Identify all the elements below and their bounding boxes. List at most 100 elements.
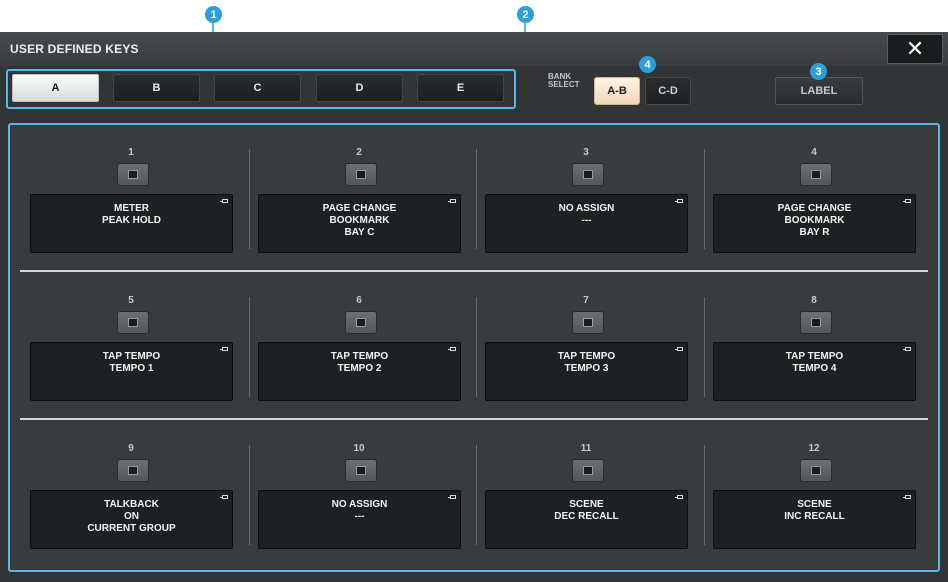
tab-c[interactable]: C — [214, 74, 301, 102]
callout-1-badge: 1 — [205, 6, 222, 23]
popup-indicator-icon — [903, 347, 911, 351]
user-key-button-6[interactable] — [345, 311, 377, 334]
key-assign-button-1[interactable]: METER PEAK HOLD — [30, 194, 233, 253]
tab-e[interactable]: E — [417, 74, 504, 102]
key-assignment-label: PAGE CHANGE BOOKMARK BAY R — [777, 203, 852, 238]
key-number: 6 — [356, 295, 362, 306]
key-cell-5: 5 TAP TEMPO TEMPO 1 — [28, 293, 234, 419]
key-assign-button-3[interactable]: NO ASSIGN --- — [485, 194, 688, 253]
key-cell-9: 9 TALKBACK ON CURRENT GROUP — [28, 441, 234, 567]
key-cell-12: 12 SCENE INC RECALL — [711, 441, 917, 567]
window-title: USER DEFINED KEYS — [10, 42, 139, 56]
key-number: 9 — [128, 443, 134, 454]
key-assign-button-6[interactable]: TAP TEMPO TEMPO 2 — [258, 342, 461, 401]
user-key-button-3[interactable] — [572, 163, 604, 186]
key-number: 5 — [128, 295, 134, 306]
callout-3-badge: 3 — [810, 63, 827, 80]
popup-indicator-icon — [903, 495, 911, 499]
popup-indicator-icon — [675, 347, 683, 351]
label-button[interactable]: LABEL — [775, 77, 863, 105]
popup-indicator-icon — [448, 199, 456, 203]
key-number: 4 — [811, 147, 817, 158]
key-number: 1 — [128, 147, 134, 158]
user-key-button-10[interactable] — [345, 459, 377, 482]
close-button[interactable]: ✕ — [887, 34, 943, 64]
tab-b[interactable]: B — [113, 74, 200, 102]
col-divider-5 — [476, 297, 477, 397]
user-key-button-11[interactable] — [572, 459, 604, 482]
col-divider-7 — [249, 445, 250, 545]
tab-a[interactable]: A — [12, 74, 99, 102]
callout-4-badge: 4 — [639, 56, 656, 73]
user-key-button-2[interactable] — [345, 163, 377, 186]
key-assignment-label: TAP TEMPO TEMPO 2 — [330, 351, 389, 374]
bank-select-label-line2: SELECT — [548, 80, 580, 89]
key-number: 2 — [356, 147, 362, 158]
key-number: 12 — [808, 443, 820, 454]
bank-select-a-b-button[interactable]: A-B — [594, 77, 640, 105]
key-assignment-label: METER PEAK HOLD — [102, 203, 161, 226]
col-divider-9 — [704, 445, 705, 545]
key-assignment-label: NO ASSIGN --- — [558, 203, 615, 226]
callout-2-badge: 2 — [517, 6, 534, 23]
key-assign-button-11[interactable]: SCENE DEC RECALL — [485, 490, 688, 549]
key-number: 8 — [811, 295, 817, 306]
key-cell-6: 6 TAP TEMPO TEMPO 2 — [256, 293, 462, 419]
popup-indicator-icon — [448, 347, 456, 351]
user-key-button-8[interactable] — [800, 311, 832, 334]
key-cell-7: 7 TAP TEMPO TEMPO 3 — [483, 293, 689, 419]
bank-select-label: BANK SELECT — [548, 73, 580, 89]
key-cell-1: 1 METER PEAK HOLD — [28, 145, 234, 271]
key-assignment-label: TAP TEMPO TEMPO 4 — [785, 351, 844, 374]
key-assignment-label: NO ASSIGN --- — [331, 499, 388, 522]
popup-indicator-icon — [220, 199, 228, 203]
user-defined-keys-window: USER DEFINED KEYS ✕ A B C D E BANK SELEC… — [0, 32, 948, 582]
col-divider-8 — [476, 445, 477, 545]
key-assignment-label: TAP TEMPO TEMPO 1 — [102, 351, 161, 374]
col-divider-4 — [249, 297, 250, 397]
key-assign-button-7[interactable]: TAP TEMPO TEMPO 3 — [485, 342, 688, 401]
bank-select-c-d-button[interactable]: C-D — [645, 77, 691, 105]
key-cell-4: 4 PAGE CHANGE BOOKMARK BAY R — [711, 145, 917, 271]
title-bar: USER DEFINED KEYS ✕ — [0, 32, 948, 66]
key-number: 11 — [580, 443, 592, 454]
col-divider-6 — [704, 297, 705, 397]
user-key-button-5[interactable] — [117, 311, 149, 334]
key-number: 7 — [583, 295, 589, 306]
user-key-button-9[interactable] — [117, 459, 149, 482]
popup-indicator-icon — [675, 199, 683, 203]
key-assign-button-10[interactable]: NO ASSIGN --- — [258, 490, 461, 549]
key-assignment-label: PAGE CHANGE BOOKMARK BAY C — [322, 203, 397, 238]
key-cell-11: 11 SCENE DEC RECALL — [483, 441, 689, 567]
key-assign-button-4[interactable]: PAGE CHANGE BOOKMARK BAY R — [713, 194, 916, 253]
user-key-button-4[interactable] — [800, 163, 832, 186]
key-assignment-label: TALKBACK ON CURRENT GROUP — [87, 499, 176, 534]
key-cell-2: 2 PAGE CHANGE BOOKMARK BAY C — [256, 145, 462, 271]
key-number: 10 — [353, 443, 365, 454]
popup-indicator-icon — [675, 495, 683, 499]
tab-d[interactable]: D — [316, 74, 403, 102]
user-key-button-1[interactable] — [117, 163, 149, 186]
key-assignment-label: TAP TEMPO TEMPO 3 — [557, 351, 616, 374]
popup-indicator-icon — [903, 199, 911, 203]
user-key-button-12[interactable] — [800, 459, 832, 482]
key-assignment-label: SCENE INC RECALL — [784, 499, 845, 522]
key-assignment-label: SCENE DEC RECALL — [554, 499, 619, 522]
key-cell-10: 10 NO ASSIGN --- — [256, 441, 462, 567]
key-cell-3: 3 NO ASSIGN --- — [483, 145, 689, 271]
popup-indicator-icon — [220, 495, 228, 499]
keys-grid: 1 METER PEAK HOLD 2 PAGE CHANGE BOOKMARK… — [8, 123, 940, 572]
popup-indicator-icon — [448, 495, 456, 499]
col-divider-3 — [704, 149, 705, 249]
key-assign-button-2[interactable]: PAGE CHANGE BOOKMARK BAY C — [258, 194, 461, 253]
key-assign-button-9[interactable]: TALKBACK ON CURRENT GROUP — [30, 490, 233, 549]
key-assign-button-12[interactable]: SCENE INC RECALL — [713, 490, 916, 549]
close-icon: ✕ — [905, 36, 925, 61]
key-number: 3 — [583, 147, 589, 158]
key-cell-8: 8 TAP TEMPO TEMPO 4 — [711, 293, 917, 419]
key-assign-button-5[interactable]: TAP TEMPO TEMPO 1 — [30, 342, 233, 401]
col-divider-1 — [249, 149, 250, 249]
key-assign-button-8[interactable]: TAP TEMPO TEMPO 4 — [713, 342, 916, 401]
popup-indicator-icon — [220, 347, 228, 351]
user-key-button-7[interactable] — [572, 311, 604, 334]
